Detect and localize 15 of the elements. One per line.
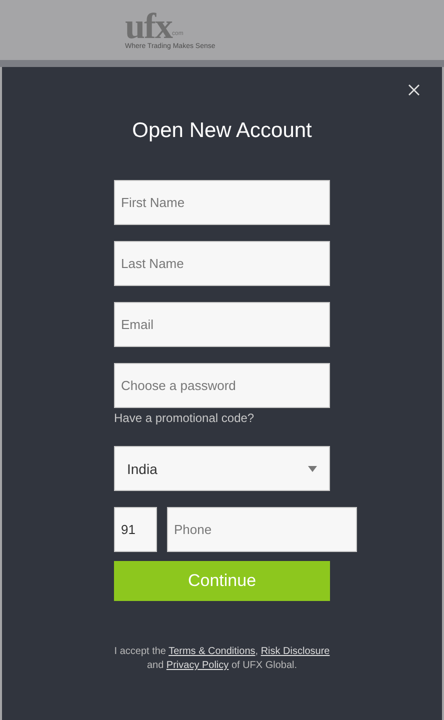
- input-field[interactable]: Last Name: [114, 241, 330, 286]
- terms-link[interactable]: Terms & Conditions: [168, 646, 256, 657]
- terms-link[interactable]: Privacy Policy: [166, 660, 229, 671]
- dialog-title: Open New Account: [132, 118, 312, 144]
- close-icon[interactable]: [408, 84, 420, 96]
- input-field[interactable]: Email: [114, 302, 330, 347]
- country-code-field[interactable]: 91: [114, 507, 157, 552]
- terms-text: I accept the Terms & Conditions, Risk Disclosure and Privacy Policy of UFX Global.: [113, 645, 331, 673]
- input-field[interactable]: Choose a password: [114, 363, 330, 408]
- terms-link[interactable]: Risk Disclosure: [260, 646, 330, 657]
- promo-code-link[interactable]: Have a promotional code?: [114, 410, 330, 426]
- caret-icon: [308, 466, 317, 472]
- country-select[interactable]: India: [114, 446, 330, 491]
- input-field[interactable]: First Name: [114, 180, 330, 225]
- phone-field[interactable]: Phone: [167, 507, 357, 552]
